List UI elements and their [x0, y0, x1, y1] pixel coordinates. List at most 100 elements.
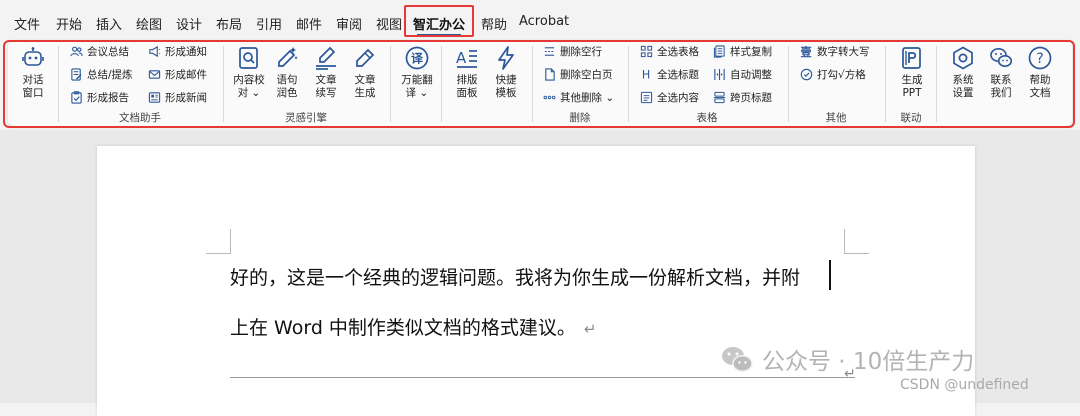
wechat-watermark-text: 公众号 · 10倍生产力 [762, 342, 974, 376]
gear-icon [951, 46, 975, 70]
chinese-number-icon: 壹 [800, 45, 813, 58]
article-continue-label: 文章 续写 [316, 74, 337, 100]
lightning-icon [494, 46, 518, 70]
translate-button[interactable]: 译 万能翻 译 ⌄ [395, 44, 439, 104]
help-doc-label: 帮助 文档 [1030, 74, 1051, 100]
layout-panel-button[interactable]: A 排版 面板 [445, 44, 489, 104]
auto-adjust-label: 自动调整 [730, 67, 772, 82]
clipboard-check-icon [70, 91, 83, 104]
sentence-polish-label: 语句 润色 [277, 74, 298, 100]
layout-text-icon: A [455, 46, 479, 70]
mail-icon [148, 68, 161, 81]
menu-help[interactable]: 帮助 [481, 14, 507, 33]
select-all-content-button[interactable]: 全选内容 [640, 88, 699, 106]
doc-paragraph-line-2[interactable]: 上在 Word 中制作类似文档的格式建议。↵ [230, 313, 597, 340]
group-separator [58, 46, 59, 122]
menu-layout[interactable]: 布局 [216, 14, 242, 33]
csdn-watermark: CSDN @undefined [900, 377, 1029, 393]
content-proofread-label: 内容校 对 ⌄ [233, 74, 265, 100]
people-icon [70, 45, 83, 58]
system-settings-label: 系统 设置 [953, 74, 974, 100]
svg-text:?: ? [1036, 51, 1043, 67]
delete-blank-pages-button[interactable]: 删除空白页 [543, 65, 613, 83]
check-box-button[interactable]: 打勾√方格 [800, 65, 866, 83]
article-generate-button[interactable]: 文章 生成 [343, 44, 387, 104]
gen-news-label: 形成新闻 [165, 90, 207, 105]
magic-pen-icon [275, 46, 299, 70]
select-all-titles-label: 全选标题 [657, 67, 699, 82]
megaphone-icon [148, 45, 161, 58]
dialog-window-label: 对话 窗口 [23, 74, 44, 100]
group-separator [885, 46, 886, 122]
delete-blank-pages-label: 删除空白页 [560, 67, 613, 82]
menu-file[interactable]: 文件 [14, 14, 40, 33]
copy-style-label: 样式复制 [730, 44, 772, 59]
wechat-logo-icon [720, 344, 754, 374]
group-label-doc-assistant: 文档助手 [119, 110, 161, 125]
content-icon [640, 91, 653, 104]
gen-report-button[interactable]: 形成报告 [70, 88, 129, 106]
help-icon: ? [1028, 46, 1052, 70]
gen-notice-label: 形成通知 [165, 44, 207, 59]
menu-review[interactable]: 审阅 [336, 14, 362, 33]
menu-design[interactable]: 设计 [176, 14, 202, 33]
num-to-upper-button[interactable]: 壹 数字转大写 [800, 42, 870, 60]
contact-us-button[interactable]: 联系 我们 [979, 44, 1023, 104]
menu-references[interactable]: 引用 [256, 14, 282, 33]
sentence-polish-button[interactable]: 语句 润色 [265, 44, 309, 104]
tab-highlight-box [404, 5, 474, 37]
select-all-tables-label: 全选表格 [657, 44, 699, 59]
menu-view[interactable]: 视图 [376, 14, 402, 33]
gen-notice-button[interactable]: 形成通知 [148, 42, 207, 60]
meeting-summary-button[interactable]: 会议总结 [70, 42, 129, 60]
other-delete-label: 其他删除 ⌄ [560, 90, 614, 105]
wechat-icon [989, 46, 1013, 70]
document-edit-icon [70, 68, 83, 81]
layout-panel-label: 排版 面板 [457, 74, 478, 100]
group-separator [223, 46, 224, 122]
gen-ppt-label: 生成 PPT [902, 74, 923, 100]
menu-home[interactable]: 开始 [56, 14, 82, 33]
search-document-icon [237, 46, 261, 70]
wechat-watermark: 公众号 · 10倍生产力 [720, 342, 974, 376]
menu-acrobat[interactable]: Acrobat [519, 14, 569, 29]
doc-paragraph-line-1[interactable]: 好的，这是一个经典的逻辑问题。我将为你生成一份解析文档，并附 [230, 263, 800, 290]
select-all-titles-button[interactable]: H 全选标题 [640, 65, 699, 83]
check-circle-icon [800, 68, 813, 81]
article-continue-button[interactable]: 文章 续写 [304, 44, 348, 104]
gen-email-button[interactable]: 形成邮件 [148, 65, 207, 83]
paragraph-rule [230, 377, 855, 378]
group-label-inspiration: 灵感引擎 [285, 110, 327, 125]
summary-extract-label: 总结/提炼 [87, 67, 133, 82]
copy-style-button[interactable]: 样式复制 [713, 42, 772, 60]
help-doc-button[interactable]: ? 帮助 文档 [1018, 44, 1062, 104]
other-delete-text: 其他删除 [560, 92, 602, 104]
gen-news-button[interactable]: 形成新闻 [148, 88, 207, 106]
group-separator [390, 46, 391, 122]
blank-page-icon [543, 68, 556, 81]
quick-template-button[interactable]: 快捷 模板 [484, 44, 528, 104]
contact-us-label: 联系 我们 [991, 74, 1012, 100]
gen-email-label: 形成邮件 [165, 67, 207, 82]
cross-page-icon [713, 91, 726, 104]
text-caret [829, 260, 831, 290]
margin-corner-top-left [206, 229, 231, 254]
menu-insert[interactable]: 插入 [96, 14, 122, 33]
auto-adjust-button[interactable]: 自动调整 [713, 65, 772, 83]
dialog-window-button[interactable]: 对话 窗口 [11, 44, 55, 104]
delete-empty-rows-label: 删除空行 [560, 44, 602, 59]
summary-extract-button[interactable]: 总结/提炼 [70, 65, 133, 83]
menu-mailings[interactable]: 邮件 [296, 14, 322, 33]
check-box-label: 打勾√方格 [817, 67, 866, 82]
group-separator [441, 46, 442, 122]
cross-page-title-button[interactable]: 跨页标题 [713, 88, 772, 106]
delete-empty-rows-button[interactable]: 删除空行 [543, 42, 602, 60]
select-all-tables-button[interactable]: 全选表格 [640, 42, 699, 60]
menu-bar: 文件 开始 插入 绘图 设计 布局 引用 邮件 审阅 视图 智汇办公 帮助 Ac… [0, 0, 1080, 40]
menu-draw[interactable]: 绘图 [136, 14, 162, 33]
gen-ppt-button[interactable]: 生成 PPT [890, 44, 934, 104]
group-separator [936, 46, 937, 122]
pen-write-icon [314, 46, 338, 70]
cross-page-title-label: 跨页标题 [730, 90, 772, 105]
other-delete-button[interactable]: 其他删除 ⌄ [543, 88, 614, 106]
